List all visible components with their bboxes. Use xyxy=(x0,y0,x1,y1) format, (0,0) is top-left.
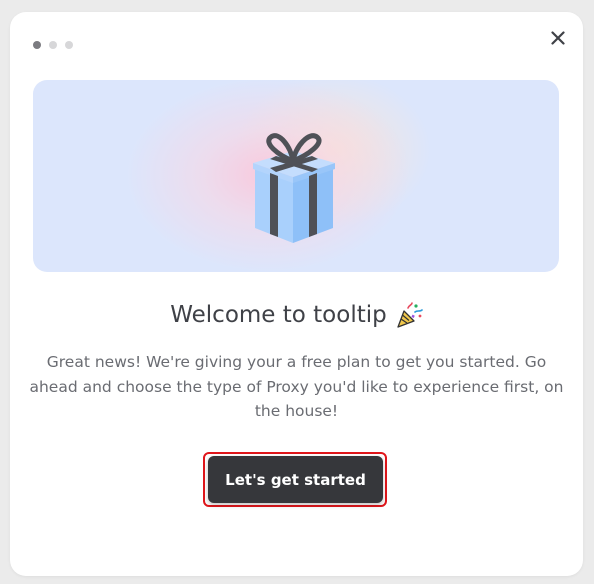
get-started-button[interactable]: Let's get started xyxy=(208,456,383,503)
hero-illustration xyxy=(33,80,559,272)
modal-description: Great news! We're giving your a free pla… xyxy=(29,353,564,420)
party-popper-icon xyxy=(397,302,423,328)
title-text: Welcome to tooltip xyxy=(170,302,387,328)
step-dot-2[interactable] xyxy=(49,41,57,49)
step-dot-1[interactable] xyxy=(33,41,41,49)
onboarding-modal: Welcome to tooltip Great news! We're giv… xyxy=(10,12,583,576)
gift-icon xyxy=(253,133,335,243)
close-button[interactable] xyxy=(547,27,569,49)
step-indicator xyxy=(33,41,73,49)
step-dot-3[interactable] xyxy=(65,41,73,49)
modal-title: Welcome to tooltip xyxy=(10,301,583,329)
close-icon xyxy=(551,31,565,45)
